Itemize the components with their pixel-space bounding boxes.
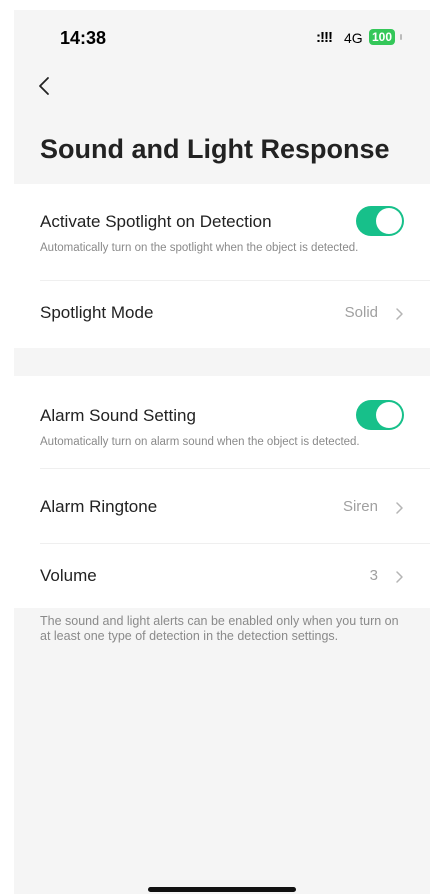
alarm-sound-row: Alarm Sound Setting Automatically turn o…	[14, 376, 430, 468]
app-screen: 14:38 :!!! 4G 100 Sound and Light Respon…	[14, 10, 430, 894]
back-button[interactable]	[30, 72, 58, 100]
spotlight-mode-row[interactable]: Spotlight Mode Solid	[14, 281, 430, 348]
alarm-settings-card: Alarm Sound Setting Automatically turn o…	[14, 376, 430, 608]
activate-spotlight-toggle[interactable]	[356, 206, 404, 236]
status-time: 14:38	[60, 28, 107, 48]
battery-icon: 100	[369, 29, 396, 45]
toggle-knob	[376, 402, 402, 428]
volume-value: 3	[369, 567, 378, 584]
network-type: 4G	[344, 30, 363, 46]
alarm-sound-description: Automatically turn on alarm sound when t…	[40, 436, 360, 448]
alarm-ringtone-label: Alarm Ringtone	[40, 497, 158, 516]
home-indicator	[148, 887, 296, 892]
alarm-ringtone-row[interactable]: Alarm Ringtone Siren	[14, 469, 430, 543]
chevron-right-icon	[396, 308, 403, 320]
battery-cap	[400, 34, 402, 40]
chevron-right-icon	[396, 571, 403, 583]
volume-row[interactable]: Volume 3	[14, 544, 430, 608]
activate-spotlight-label: Activate Spotlight on Detection	[40, 212, 272, 231]
activate-spotlight-row: Activate Spotlight on Detection Automati…	[14, 184, 430, 280]
alarm-sound-label: Alarm Sound Setting	[40, 406, 196, 425]
activate-spotlight-description: Automatically turn on the spotlight when…	[40, 242, 359, 254]
alarm-sound-toggle[interactable]	[356, 400, 404, 430]
page-title: Sound and Light Response	[40, 134, 390, 164]
footer-note: The sound and light alerts can be enable…	[40, 614, 399, 643]
spotlight-settings-card: Activate Spotlight on Detection Automati…	[14, 184, 430, 348]
volume-label: Volume	[40, 566, 97, 585]
status-bar: 14:38 :!!! 4G 100	[14, 10, 430, 62]
chevron-left-icon	[39, 77, 49, 95]
chevron-right-icon	[396, 502, 403, 514]
alarm-ringtone-value: Siren	[342, 498, 378, 515]
spotlight-mode-label: Spotlight Mode	[40, 303, 154, 322]
toggle-knob	[376, 208, 402, 234]
signal-icon: :!!!	[316, 29, 333, 46]
spotlight-mode-value: Solid	[344, 304, 378, 321]
